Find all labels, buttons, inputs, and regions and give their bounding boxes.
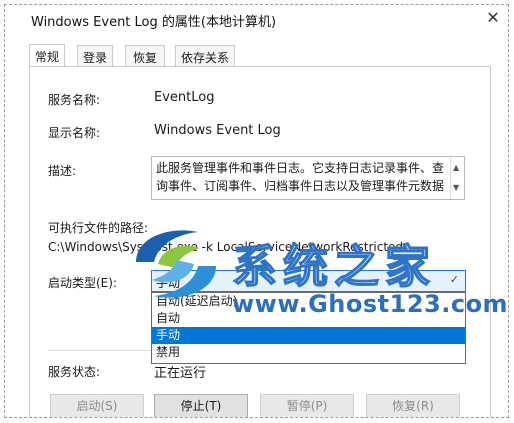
properties-window: Windows Event Log 的属性(本地计算机) ✕ 常规 登录 恢复 … bbox=[4, 4, 509, 418]
tab-recovery-label: 恢复 bbox=[132, 51, 157, 65]
service-status-label: 服务状态: bbox=[48, 365, 101, 379]
tab-recovery[interactable]: 恢复 bbox=[125, 45, 165, 67]
window-title: Windows Event Log 的属性(本地计算机) bbox=[31, 15, 277, 30]
watermark-title: 系统之家 bbox=[231, 239, 437, 294]
pause-button[interactable]: 暂停(P) bbox=[260, 394, 354, 417]
description-textbox[interactable]: 此服务管理事件和事件日志。它支持日志记录事件、查询事件、订阅事件、归档事件日志以… bbox=[151, 156, 465, 200]
resume-button[interactable]: 恢复(R) bbox=[366, 394, 460, 417]
close-icon[interactable]: ✕ bbox=[482, 7, 504, 29]
tab-logon[interactable]: 登录 bbox=[77, 45, 113, 67]
watermark-url: www.Ghost123.com bbox=[232, 290, 509, 318]
stop-button[interactable]: 停止(T) bbox=[154, 394, 248, 417]
scroll-up-icon[interactable]: ▲ bbox=[453, 159, 459, 177]
display-name-value: Windows Event Log bbox=[154, 123, 281, 138]
description-label: 描述: bbox=[48, 164, 77, 178]
description-text: 此服务管理事件和事件日志。它支持日志记录事件、查询事件、订阅事件、归档事件日志以… bbox=[156, 161, 445, 193]
startup-type-label: 启动类型(E): bbox=[48, 276, 117, 290]
service-status-value: 正在运行 bbox=[154, 366, 207, 381]
service-name-label: 服务名称: bbox=[48, 93, 101, 107]
description-scrollbar[interactable]: ▲ ▼ bbox=[450, 157, 464, 199]
title-bar[interactable]: Windows Event Log 的属性(本地计算机) ✕ bbox=[5, 5, 508, 33]
tab-logon-label: 登录 bbox=[82, 51, 107, 65]
display-name-label: 显示名称: bbox=[48, 126, 101, 140]
service-name-value: EventLog bbox=[154, 90, 215, 105]
scroll-down-icon[interactable]: ▼ bbox=[453, 179, 459, 197]
tab-dependencies-label: 依存关系 bbox=[180, 51, 229, 65]
dropdown-option-manual[interactable]: 手动 bbox=[152, 327, 465, 344]
chevron-down-icon: ✓ bbox=[449, 273, 459, 286]
tab-general-label: 常规 bbox=[34, 50, 59, 64]
watermark-logo-icon bbox=[136, 230, 216, 298]
dropdown-option-disabled[interactable]: 禁用 bbox=[152, 344, 465, 361]
start-button[interactable]: 启动(S) bbox=[50, 394, 144, 417]
tab-dependencies[interactable]: 依存关系 bbox=[175, 45, 235, 67]
tab-general[interactable]: 常规 bbox=[29, 44, 65, 68]
